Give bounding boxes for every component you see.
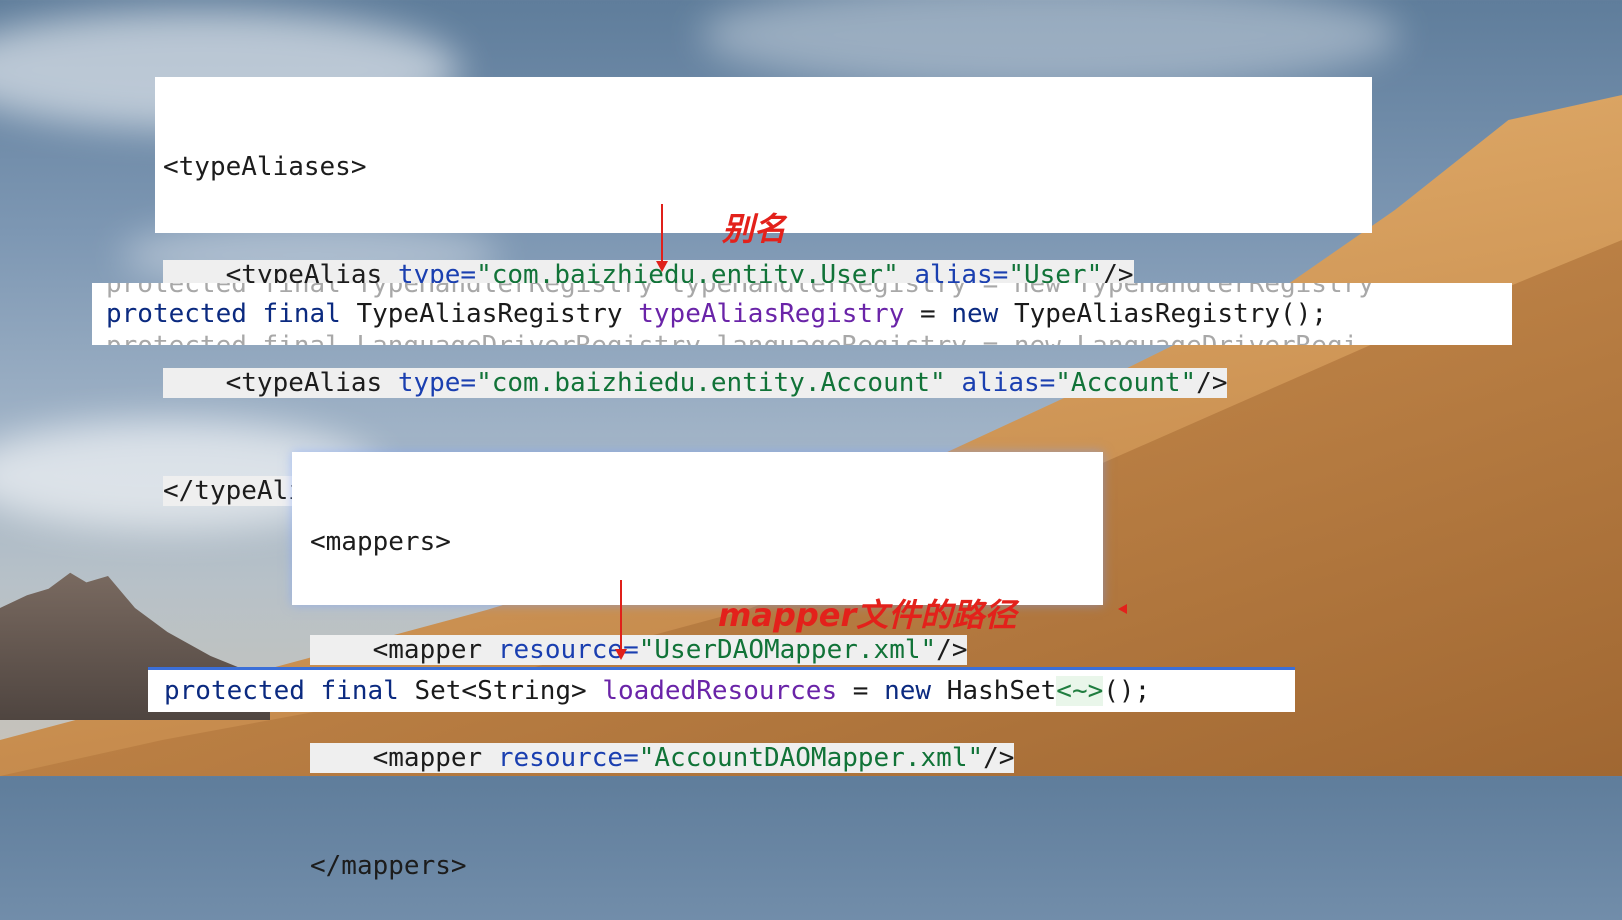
- constructor-call: TypeAliasRegistry();: [1013, 299, 1328, 329]
- type-value: "com.baizhiedu.entity.Account": [476, 368, 946, 398]
- self-close: />: [1196, 368, 1228, 398]
- call-parens: ();: [1103, 676, 1151, 706]
- operator: =: [852, 676, 869, 706]
- down-arrow: [615, 580, 627, 660]
- code-line: <mapper resource="UserDAOMapper.xml"/>: [292, 632, 1103, 668]
- java-type-alias-registry-snippet: protected final TypeHandlerRegistry type…: [92, 283, 1512, 345]
- down-arrow: [656, 204, 668, 272]
- code-line: <typeAlias type="com.baizhiedu.entity.Ac…: [155, 365, 1372, 401]
- resource-value: "AccountDAOMapper.xml": [638, 743, 984, 773]
- code-line: <typeAliases>: [155, 149, 1372, 185]
- operator: =: [920, 299, 936, 329]
- mappers-xml-snippet: <mappers> <mapper resource="UserDAOMappe…: [292, 452, 1103, 881]
- field-name: typeAliasRegistry: [638, 299, 905, 329]
- mapper-element: <mapper: [372, 743, 498, 773]
- keyword: protected final: [106, 299, 341, 329]
- constructor-name: HashSet: [946, 676, 1057, 706]
- type-name: TypeAliasRegistry: [356, 299, 623, 329]
- code-line: <mapper resource="AccountDAOMapper.xml"/…: [292, 740, 1103, 776]
- open-tag: <typeAliases>: [163, 152, 367, 182]
- mapper-path-annotation: mapper文件的路径: [718, 596, 1017, 634]
- type-name: Set<String>: [414, 676, 587, 706]
- open-tag: <mappers>: [310, 527, 451, 557]
- type-attribute: type=: [397, 368, 477, 398]
- alias-attribute: alias=: [961, 368, 1056, 398]
- self-close: />: [936, 635, 968, 665]
- java-loaded-resources-snippet: protected final Set<String> loadedResour…: [148, 667, 1295, 712]
- pointer-icon: [1118, 604, 1127, 614]
- cropped-code-line: protected final LanguageDriverRegistry l…: [106, 328, 1358, 345]
- keyword: new: [951, 299, 999, 329]
- mapper-element: <mapper: [372, 635, 498, 665]
- alias-value: "Account": [1055, 368, 1197, 398]
- code-line: </mappers>: [292, 848, 1103, 884]
- self-close: />: [983, 743, 1015, 773]
- alias-annotation: 别名: [722, 210, 787, 248]
- close-tag: </mappers>: [310, 851, 467, 881]
- keyword: new: [884, 676, 932, 706]
- code-line: protected final Set<String> loadedResour…: [164, 673, 1150, 709]
- keyword: protected final: [164, 676, 399, 706]
- resource-attribute: resource=: [497, 743, 639, 773]
- field-name: loadedResources: [602, 676, 838, 706]
- resource-value: "UserDAOMapper.xml": [638, 635, 937, 665]
- alias-element: <typeAlias: [225, 368, 398, 398]
- code-line: <mappers>: [292, 524, 1103, 560]
- code-line: protected final TypeAliasRegistry typeAl…: [106, 296, 1327, 332]
- diamond-operator: <~>: [1056, 676, 1104, 706]
